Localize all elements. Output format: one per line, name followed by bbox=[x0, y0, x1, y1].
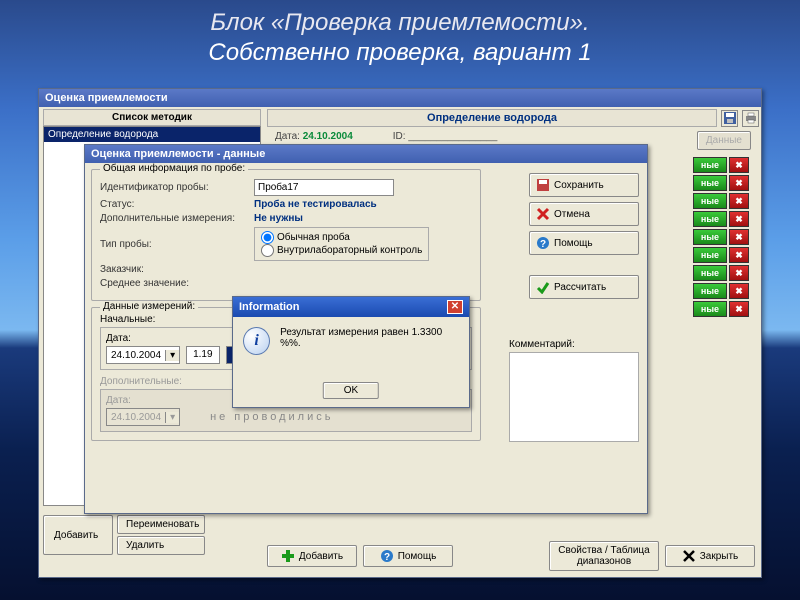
save-disk-icon[interactable] bbox=[721, 110, 738, 127]
calculate-button[interactable]: Рассчитать bbox=[529, 275, 639, 299]
slide-title: Блок «Проверка приемлемости». Собственно… bbox=[0, 8, 800, 68]
svg-text:?: ? bbox=[384, 552, 390, 563]
comment-textarea[interactable] bbox=[509, 352, 639, 442]
properties-button[interactable]: Свойства / Таблица диапазонов bbox=[549, 541, 659, 571]
slide-title-line1: Блок «Проверка приемлемости». bbox=[0, 8, 800, 38]
main-title-text: Оценка приемлемости bbox=[45, 92, 168, 104]
main-titlebar: Оценка приемлемости bbox=[39, 89, 761, 107]
close-icon[interactable]: ✕ bbox=[447, 300, 463, 314]
status-chip-green[interactable]: ные bbox=[693, 157, 727, 173]
add-method-button[interactable]: Добавить bbox=[43, 515, 113, 555]
bottom-toolbar: Добавить ? Помощь Свойства / Таблица диа… bbox=[267, 541, 755, 571]
bottom-help-button[interactable]: ? Помощь bbox=[363, 545, 453, 567]
info-titlebar: Information ✕ bbox=[233, 297, 469, 317]
initial-value-1[interactable]: 1.19 bbox=[186, 346, 219, 364]
info-message: Результат измерения равен 1.3300 %%. bbox=[280, 327, 459, 349]
right-panel-header: Определение водорода bbox=[267, 109, 717, 127]
help-button[interactable]: ? Помощь bbox=[529, 231, 639, 255]
radio-regular[interactable]: Обычная проба bbox=[261, 231, 422, 244]
comment-area: Комментарий: bbox=[509, 339, 639, 442]
radio-internal[interactable]: Внутрилабораторный контроль bbox=[261, 244, 422, 257]
data-button-disabled: Данные bbox=[697, 131, 751, 150]
status-indicators: ные✖ ные✖ ные✖ ные✖ ные✖ ные✖ ные✖ ные✖ … bbox=[693, 157, 753, 319]
general-info-group: Общая информация по пробе: Идентификатор… bbox=[91, 169, 481, 301]
status-value: Проба не тестировалась bbox=[254, 199, 377, 210]
rename-method-button[interactable]: Переименовать bbox=[117, 515, 205, 534]
additional-date-field: 24.10.2004▾ bbox=[106, 408, 180, 426]
slide-title-line2: Собственно проверка, вариант 1 bbox=[0, 38, 800, 68]
svg-text:?: ? bbox=[540, 239, 546, 250]
save-button[interactable]: Сохранить bbox=[529, 173, 639, 197]
delete-method-button[interactable]: Удалить bbox=[117, 536, 205, 555]
close-button[interactable]: Закрыть bbox=[665, 545, 755, 567]
status-chip-red[interactable]: ✖ bbox=[729, 157, 749, 173]
addmeas-value: Не нужны bbox=[254, 213, 303, 224]
ok-button[interactable]: OK bbox=[323, 382, 379, 399]
initial-date-field[interactable]: 24.10.2004▾ bbox=[106, 346, 180, 364]
dialog-side-buttons: Сохранить Отмена ? Помощь Рассчитать bbox=[529, 173, 639, 299]
method-list-header: Список методик bbox=[43, 109, 261, 126]
print-icon[interactable] bbox=[742, 110, 759, 127]
data-dialog-titlebar: Оценка приемлемости - данные bbox=[85, 145, 647, 163]
sample-id-input[interactable] bbox=[254, 179, 394, 196]
info-icon: i bbox=[243, 327, 270, 355]
no-provided-text: не проводились bbox=[210, 411, 333, 423]
info-dialog: Information ✕ i Результат измерения раве… bbox=[232, 296, 470, 408]
cancel-button[interactable]: Отмена bbox=[529, 202, 639, 226]
bottom-add-button[interactable]: Добавить bbox=[267, 545, 357, 567]
method-item[interactable]: Определение водорода bbox=[44, 127, 260, 142]
